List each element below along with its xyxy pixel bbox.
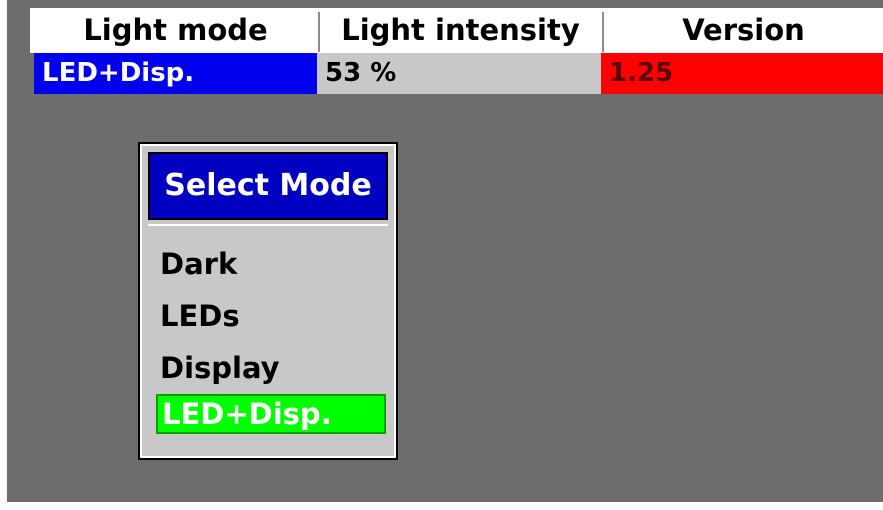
header-row: Light mode Light intensity Version — [30, 8, 883, 53]
mode-option-led-disp[interactable]: LED+Disp. — [156, 394, 386, 434]
mode-option-dark[interactable]: Dark — [156, 244, 386, 284]
mode-option-display[interactable]: Display — [156, 348, 386, 388]
header-light-intensity: Light intensity — [341, 13, 580, 47]
version-value: 1.25 — [601, 53, 883, 94]
popup-divider — [148, 224, 388, 226]
value-row: LED+Disp. 53 % 1.25 — [30, 53, 883, 94]
light-intensity-value[interactable]: 53 % — [317, 53, 601, 94]
header-version: Version — [682, 13, 805, 47]
mode-option-leds[interactable]: LEDs — [156, 296, 386, 336]
select-mode-popup: Select Mode Dark LEDs Display LED+Disp. — [138, 142, 398, 460]
header-light-mode: Light mode — [83, 13, 268, 47]
light-mode-value[interactable]: LED+Disp. — [34, 53, 317, 94]
device-screen: Light mode Light intensity Version LED+D… — [0, 0, 883, 510]
popup-title: Select Mode — [148, 152, 388, 220]
